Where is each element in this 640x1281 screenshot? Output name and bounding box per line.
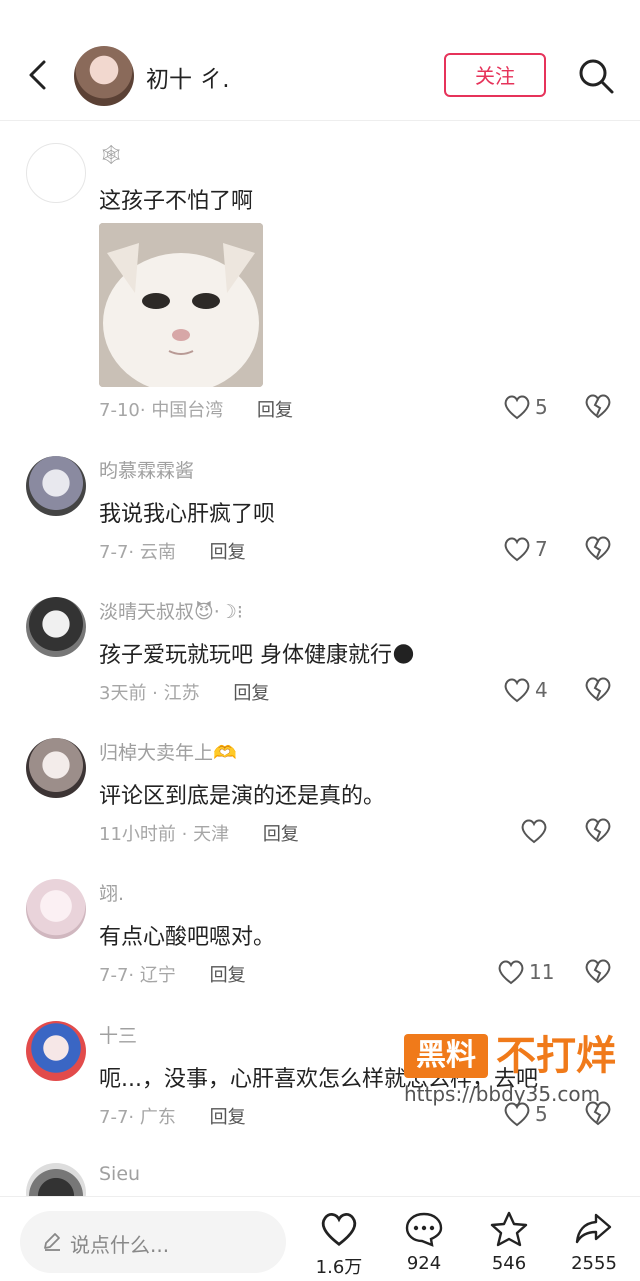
like-count: 11 [529, 959, 555, 984]
reply-button[interactable]: 回复 [210, 965, 246, 986]
comment-location: 辽宁 [139, 965, 176, 986]
favorite-action[interactable]: 546 [474, 1211, 544, 1274]
heart-icon [504, 537, 530, 561]
like-action[interactable]: 1.6万 [304, 1211, 374, 1279]
like-count: 5 [535, 394, 548, 419]
comment-meta: 7-7· 辽宁 回复 [99, 965, 246, 986]
bottom-bar: 说点什么... 1.6万 924 546 2555 [0, 1196, 640, 1281]
reply-button[interactable]: 回复 [233, 683, 269, 704]
heart-icon [521, 819, 547, 843]
comment-location: 江苏 [163, 683, 200, 704]
heart-icon [504, 678, 530, 702]
like-total: 1.6万 [315, 1257, 363, 1278]
comment-date: 11小时前 [99, 824, 176, 845]
input-placeholder: 说点什么... [70, 1233, 170, 1257]
commenter-name[interactable]: 🕸 [99, 143, 123, 166]
like-count: 7 [535, 536, 548, 561]
watermark-url: https://bbdy35.com [404, 1082, 601, 1106]
commenter-name[interactable]: Sieu [99, 1163, 140, 1185]
comment-input[interactable]: 说点什么... [20, 1211, 286, 1273]
commenter-avatar[interactable] [26, 456, 86, 516]
commenter-name[interactable]: 淡晴天叔叔😈·☽⁝ [99, 597, 243, 624]
heart-icon [504, 395, 530, 419]
back-arrow-icon[interactable] [22, 58, 56, 92]
comment-meta: 7-7· 云南 回复 [99, 542, 246, 563]
broken-heart-icon [585, 677, 611, 702]
reply-button[interactable]: 回复 [210, 542, 246, 563]
share-total: 2555 [571, 1253, 617, 1274]
commenter-avatar[interactable] [26, 597, 86, 657]
comment-date: 7-7 [99, 542, 129, 563]
comment-meta: 11小时前 · 天津 回复 [99, 824, 299, 845]
author-avatar[interactable] [74, 46, 134, 106]
comment-meta: 7-10· 中国台湾 回复 [99, 400, 294, 421]
dislike-button[interactable] [584, 676, 612, 702]
like-button[interactable] [520, 817, 552, 844]
commenter-avatar[interactable] [26, 1021, 86, 1081]
reply-button[interactable]: 回复 [210, 1107, 246, 1128]
watermark-badge: 黑料 [404, 1034, 488, 1078]
share-icon [575, 1213, 612, 1244]
comment-image[interactable] [99, 223, 263, 387]
like-button[interactable]: 5 [503, 393, 548, 420]
comment-location: 中国台湾 [151, 400, 224, 421]
broken-heart-icon [585, 818, 611, 843]
commenter-avatar[interactable] [26, 738, 86, 798]
commenter-name[interactable]: 归棹大卖年上🫶 [99, 738, 237, 765]
dislike-button[interactable] [584, 817, 612, 843]
like-count: 4 [535, 677, 548, 702]
pencil-icon [44, 1233, 60, 1251]
watermark: 黑料 不打烊 https://bbdy35.com [404, 1034, 634, 1110]
dislike-button[interactable] [584, 393, 612, 419]
comment-total: 924 [406, 1253, 442, 1274]
star-icon [490, 1211, 528, 1247]
commenter-name[interactable]: 昀慕霖霖酱 [99, 456, 194, 483]
reply-button[interactable]: 回复 [263, 824, 299, 845]
commenter-name[interactable]: 翊. [99, 879, 124, 906]
broken-heart-icon [585, 536, 611, 561]
comment-text: 评论区到底是演的还是真的。 [99, 784, 386, 809]
broken-heart-icon [585, 394, 611, 419]
like-button[interactable]: 11 [497, 958, 554, 985]
favorite-total: 546 [491, 1253, 527, 1274]
search-icon[interactable] [576, 56, 616, 96]
reply-button[interactable]: 回复 [257, 400, 293, 421]
dislike-button[interactable] [584, 535, 612, 561]
commenter-name[interactable]: 十三 [99, 1021, 137, 1048]
comment-location: 天津 [193, 824, 230, 845]
comment-text: 我说我心肝疯了呗 [99, 502, 276, 527]
comment-bubble-icon [405, 1212, 443, 1247]
top-bar: 初十 ㄔ. 关注 [0, 0, 640, 121]
comment-text: 这孩子不怕了啊 [99, 189, 254, 214]
comment-text: 孩子爱玩就玩吧 身体健康就行🌑 [99, 643, 415, 668]
comment-meta: 3天前 · 江苏 回复 [99, 683, 270, 704]
heart-icon [498, 960, 524, 984]
author-name[interactable]: 初十 ㄔ. [146, 60, 230, 94]
heart-icon [321, 1213, 357, 1246]
broken-heart-icon [585, 959, 611, 984]
dislike-button[interactable] [584, 958, 612, 984]
like-button[interactable]: 7 [503, 535, 548, 562]
comment-meta: 7-7· 广东 回复 [99, 1107, 246, 1128]
commenter-avatar[interactable] [26, 143, 86, 203]
comment-location: 广东 [139, 1107, 176, 1128]
comment-text: 有点心酸吧嗯对。 [99, 925, 276, 950]
comment-action[interactable]: 924 [389, 1211, 459, 1274]
comment-date: 3天前 [99, 683, 147, 704]
comment-location: 云南 [139, 542, 176, 563]
commenter-avatar[interactable] [26, 879, 86, 939]
watermark-title: 不打烊 [496, 1033, 616, 1079]
like-button[interactable]: 4 [503, 676, 548, 703]
comment-date: 7-7 [99, 965, 129, 986]
comment-date: 7-10 [99, 400, 140, 421]
follow-button[interactable]: 关注 [444, 53, 546, 97]
cat-photo [99, 223, 263, 387]
share-action[interactable]: 2555 [559, 1211, 629, 1274]
comment-date: 7-7 [99, 1107, 129, 1128]
